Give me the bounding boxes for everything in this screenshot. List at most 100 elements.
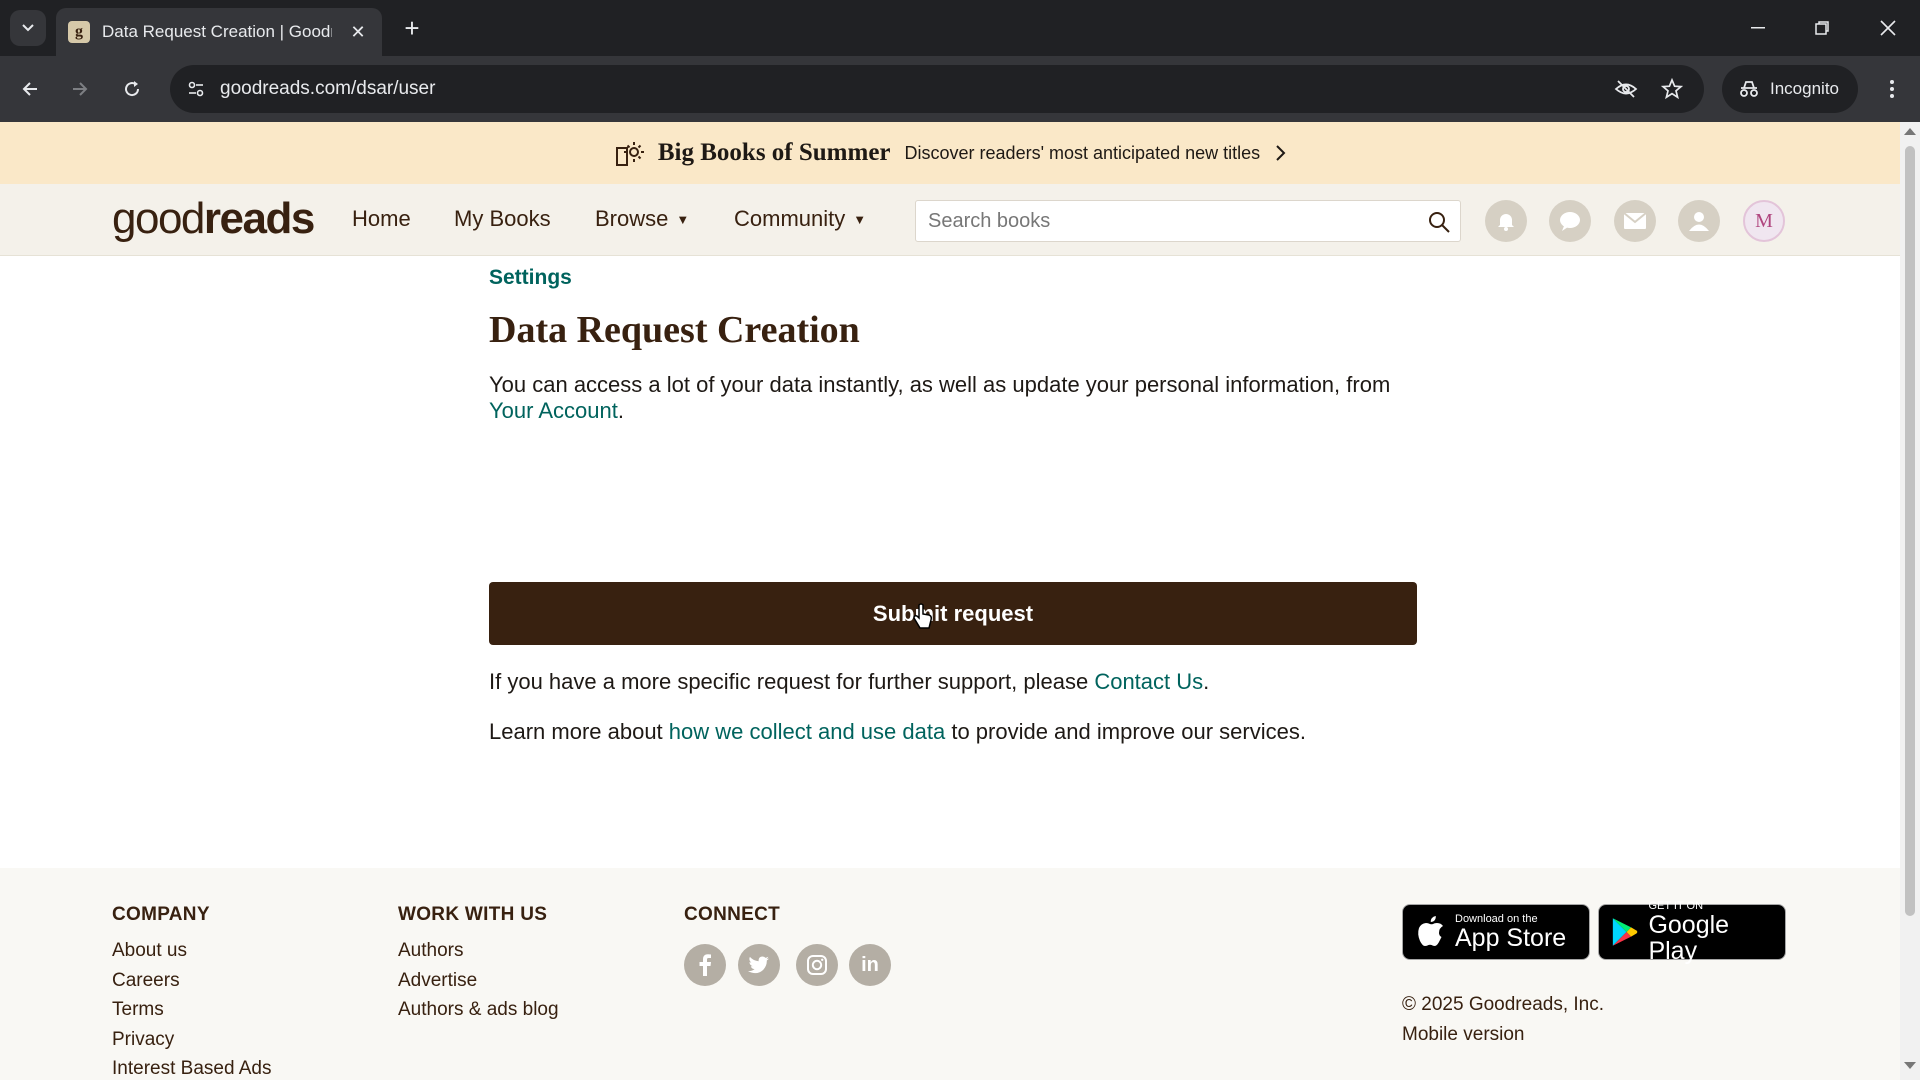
footer-company: COMPANY About us Careers Terms Privacy I…: [112, 904, 272, 1080]
nav-community[interactable]: Community ▼: [734, 206, 866, 232]
nav-home[interactable]: Home: [352, 206, 411, 232]
caret-down-icon: ▼: [853, 211, 867, 227]
chevron-right-icon[interactable]: [1274, 144, 1286, 162]
back-icon[interactable]: [12, 71, 48, 107]
footer-work: WORK WITH US Authors Advertise Authors &…: [398, 904, 559, 1025]
footer-link-about[interactable]: About us: [112, 936, 272, 966]
star-icon[interactable]: [1658, 75, 1686, 103]
mouse-cursor-icon: [913, 603, 932, 629]
incognito-label: Incognito: [1770, 79, 1839, 98]
avatar-initial: M: [1755, 209, 1773, 232]
avatar[interactable]: M: [1743, 200, 1785, 242]
browser-toolbar: goodreads.com/dsar/user Incognito: [0, 56, 1920, 122]
logo-light: good: [112, 194, 205, 243]
footer-link-terms[interactable]: Terms: [112, 995, 272, 1025]
bell-icon[interactable]: [1485, 200, 1527, 242]
scroll-up-icon[interactable]: [1904, 128, 1916, 135]
play-icon: [1612, 918, 1638, 946]
footer-link-careers[interactable]: Careers: [112, 966, 272, 996]
more-icon[interactable]: [1874, 71, 1910, 107]
footer-company-heading: COMPANY: [112, 904, 210, 925]
eye-off-icon[interactable]: [1612, 75, 1640, 103]
chat-icon[interactable]: [1549, 200, 1591, 242]
intro-paragraph: You can access a lot of your data instan…: [489, 372, 1419, 424]
promo-banner[interactable]: Big Books of Summer Discover readers' mo…: [0, 122, 1900, 184]
nav-browse-label: Browse: [595, 206, 669, 231]
nav-browse[interactable]: Browse ▼: [595, 206, 689, 232]
learn-text: Learn more about: [489, 719, 663, 744]
footer-link-privacy[interactable]: Privacy: [112, 1025, 272, 1055]
minimize-icon[interactable]: [1740, 10, 1776, 46]
support-paragraph: If you have a more specific request for …: [489, 669, 1209, 695]
page-viewport: Big Books of Summer Discover readers' mo…: [0, 122, 1900, 1080]
copyright-text: © 2025 Goodreads, Inc.: [1402, 994, 1605, 1015]
twitter-icon[interactable]: [738, 944, 780, 986]
goodreads-favicon: g: [68, 21, 90, 43]
contact-us-link[interactable]: Contact Us: [1094, 669, 1203, 694]
page-title: Data Request Creation: [489, 309, 860, 351]
support-end: .: [1203, 669, 1210, 694]
breadcrumb-settings[interactable]: Settings: [489, 266, 572, 290]
incognito-indicator[interactable]: Incognito: [1722, 65, 1858, 113]
sun-book-icon: [615, 142, 644, 166]
submit-request-label: Submit request: [872, 600, 1034, 626]
scroll-thumb[interactable]: [1905, 146, 1915, 916]
tab-search-icon[interactable]: [10, 10, 46, 46]
facebook-icon[interactable]: [684, 944, 726, 986]
incognito-icon: [1740, 81, 1758, 97]
forward-icon[interactable]: [62, 71, 98, 107]
footer-connect-heading: CONNECT: [684, 904, 781, 925]
google-play-text: GET IT ON Google Play: [1648, 900, 1773, 964]
app-store-big: App Store: [1455, 924, 1567, 952]
mobile-version-link[interactable]: Mobile version: [1402, 1020, 1604, 1050]
footer-copyright-block: © 2025 Goodreads, Inc. Mobile version: [1402, 990, 1604, 1049]
app-store-badge[interactable]: Download on the App Store: [1402, 904, 1590, 960]
site-footer: COMPANY About us Careers Terms Privacy I…: [0, 868, 1900, 1080]
intro-text: You can access a lot of your data instan…: [489, 372, 1391, 397]
google-play-big: Google Play: [1648, 911, 1730, 965]
footer-link-interest-ads[interactable]: Interest Based Ads: [112, 1054, 272, 1080]
footer-link-advertise[interactable]: Advertise: [398, 966, 559, 996]
banner-title[interactable]: Big Books of Summer: [658, 139, 891, 167]
scroll-down-icon[interactable]: [1904, 1062, 1916, 1069]
instagram-icon[interactable]: [796, 944, 838, 986]
plus-icon[interactable]: +: [396, 12, 428, 44]
reload-icon[interactable]: [114, 71, 150, 107]
google-play-badge[interactable]: GET IT ON Google Play: [1598, 900, 1786, 964]
linkedin-icon[interactable]: in: [849, 944, 891, 986]
tab-title: Data Request Creation | Goodr: [102, 22, 332, 41]
close-icon[interactable]: ✕: [346, 22, 370, 43]
nav-community-label: Community: [734, 206, 846, 231]
site-header: goodreads Home My Books Browse ▼ Communi…: [0, 184, 1900, 256]
nav-my-books-label: My Books: [454, 206, 551, 231]
address-bar[interactable]: goodreads.com/dsar/user: [170, 65, 1704, 113]
restore-icon[interactable]: [1804, 10, 1840, 46]
nav-my-books[interactable]: My Books: [454, 206, 551, 232]
footer-link-authors[interactable]: Authors: [398, 936, 559, 966]
footer-work-heading: WORK WITH US: [398, 904, 548, 925]
submit-request-button[interactable]: Submit request: [489, 582, 1417, 645]
logo-bold: reads: [203, 194, 315, 243]
close-window-icon[interactable]: [1870, 10, 1906, 46]
app-store-text: Download on the App Store: [1455, 913, 1566, 951]
goodreads-logo[interactable]: goodreads: [112, 194, 315, 244]
browser-tab[interactable]: g Data Request Creation | Goodr ✕: [56, 8, 382, 56]
footer-connect: CONNECT: [684, 904, 780, 936]
search-input[interactable]: [928, 210, 1408, 233]
learn-end: to provide and improve our services.: [951, 719, 1306, 744]
footer-link-ads-blog[interactable]: Authors & ads blog: [398, 995, 559, 1025]
search-icon[interactable]: [1426, 209, 1452, 235]
your-account-link[interactable]: Your Account: [489, 398, 618, 423]
mail-icon[interactable]: [1614, 200, 1656, 242]
apple-icon: [1418, 916, 1443, 946]
site-info-icon[interactable]: [182, 75, 210, 103]
friends-icon[interactable]: [1678, 200, 1720, 242]
support-text: If you have a more specific request for …: [489, 669, 1089, 694]
learn-more-paragraph: Learn more about how we collect and use …: [489, 719, 1306, 745]
intro-end: .: [617, 398, 624, 423]
browser-tabstrip: g Data Request Creation | Goodr ✕ +: [0, 0, 1920, 56]
banner-subtitle[interactable]: Discover readers' most anticipated new t…: [905, 143, 1261, 164]
url-text[interactable]: goodreads.com/dsar/user: [220, 78, 435, 100]
page-scrollbar[interactable]: [1900, 122, 1920, 1080]
data-usage-link[interactable]: how we collect and use data: [669, 719, 945, 744]
